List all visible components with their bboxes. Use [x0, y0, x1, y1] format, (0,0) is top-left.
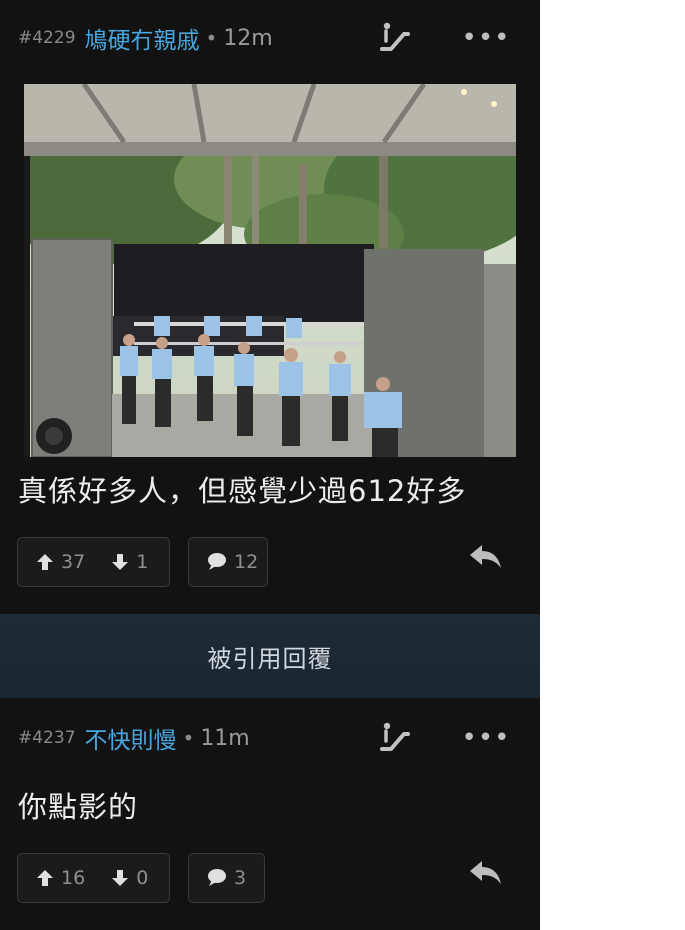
- comment-count: 12: [234, 551, 259, 573]
- reply-icon[interactable]: [466, 537, 506, 577]
- post-number: #4237: [18, 728, 76, 748]
- comment-item: 12: [205, 551, 258, 573]
- more-icon[interactable]: •••: [462, 18, 510, 58]
- more-icon[interactable]: •••: [462, 718, 510, 758]
- reply-icon[interactable]: [466, 853, 506, 893]
- downvote-button[interactable]: 1: [111, 551, 148, 573]
- post-time: 11m: [200, 725, 250, 751]
- upvote-icon: [37, 554, 53, 570]
- comment-button[interactable]: 12: [188, 537, 268, 587]
- upvote-count: 16: [61, 867, 86, 889]
- comment-icon: [208, 553, 226, 570]
- post-content: 真係好多人，但感覺少過612好多: [18, 474, 467, 508]
- comment-item: 3: [205, 867, 246, 889]
- escalator-icon[interactable]: [374, 18, 414, 58]
- comment-button[interactable]: 3: [188, 853, 265, 903]
- upvote-button[interactable]: 37: [36, 551, 85, 573]
- comment-count: 3: [234, 867, 247, 889]
- post-number: #4229: [18, 28, 76, 48]
- downvote-button[interactable]: 0: [111, 867, 148, 889]
- vote-box: 16 0: [17, 853, 170, 903]
- thread-view: #4229 鳩硬冇親戚 • 12m ••• 真係好多人，但感覺少過612好多 3…: [0, 0, 540, 930]
- post-author[interactable]: 不快則慢: [85, 721, 177, 755]
- upvote-button[interactable]: 16: [36, 867, 85, 889]
- upvote-icon: [37, 870, 53, 886]
- vote-box: 37 1: [17, 537, 170, 587]
- escalator-icon[interactable]: [374, 718, 414, 758]
- quoted-replies-label: 被引用回覆: [207, 644, 333, 673]
- separator-dot: •: [182, 726, 195, 750]
- quoted-replies-bar[interactable]: 被引用回覆: [0, 614, 540, 698]
- comment-icon: [208, 869, 226, 886]
- downvote-icon: [112, 870, 129, 886]
- upvote-count: 37: [61, 551, 86, 573]
- downvote-count: 0: [136, 867, 149, 889]
- post-image[interactable]: [24, 84, 516, 457]
- downvote-icon: [112, 554, 129, 570]
- separator-dot: •: [205, 26, 218, 50]
- post-time: 12m: [223, 25, 273, 51]
- downvote-count: 1: [136, 551, 149, 573]
- post-author[interactable]: 鳩硬冇親戚: [85, 21, 200, 55]
- post-content: 你點影的: [18, 790, 139, 824]
